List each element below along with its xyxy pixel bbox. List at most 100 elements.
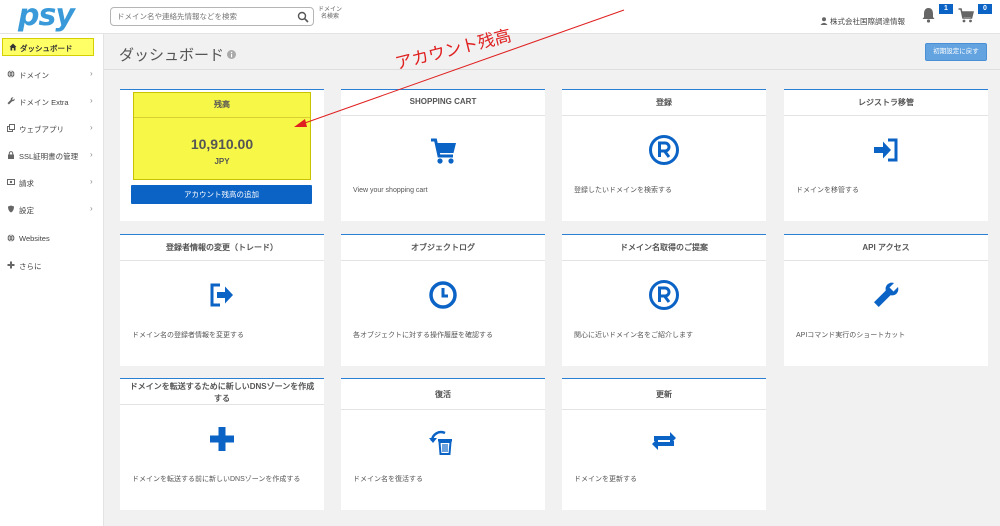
card-trade[interactable]: 登録者情報の変更（トレード） ドメイン名の登録者情報を変更する [120, 234, 324, 366]
money-icon [7, 179, 15, 185]
card-description: ドメイン名の登録者情報を変更する [132, 332, 244, 339]
card-api-access[interactable]: API アクセス APIコマンド実行のショートカット [784, 234, 988, 366]
search-label[interactable]: ドメイン名検索 [318, 7, 342, 21]
sidebar-item-domain-extra[interactable]: ドメイン Extra › [0, 89, 104, 113]
card-description: View your shopping cart [353, 187, 428, 194]
card-title: 登録 [656, 98, 672, 107]
chevron-right-icon: › [90, 96, 93, 105]
add-balance-button[interactable]: アカウント残高の追加 [131, 185, 312, 204]
card-shopping-cart[interactable]: SHOPPING CART View your shopping cart [341, 89, 545, 221]
globe-icon [7, 234, 15, 242]
sidebar-item-websites[interactable]: Websites [0, 226, 104, 250]
divider [134, 117, 310, 118]
sidebar-item-label: さらに [19, 262, 42, 271]
card-title: 更新 [656, 390, 672, 399]
balance-currency: JPY [214, 157, 230, 166]
card-title: レジストラ移管 [858, 98, 914, 107]
sidebar-item-dashboard[interactable]: ダッシュボード [2, 38, 94, 56]
divider [562, 115, 766, 116]
card-title: ドメイン名取得のご提案 [620, 243, 708, 252]
card-description: 関心に近いドメイン名をご紹介します [574, 332, 693, 339]
card-description: ドメインを更新する [574, 476, 637, 483]
cart-badge[interactable]: 0 [978, 4, 992, 14]
sidebar-item-settings[interactable]: 設定 › [0, 197, 104, 221]
header-divider [104, 69, 1000, 70]
sidebar-item-webapp[interactable]: ウェブアプリ › [0, 116, 104, 140]
windows-icon [7, 124, 15, 132]
card-renew[interactable]: 更新 ドメインを更新する [562, 378, 766, 510]
shopping-cart-icon [431, 138, 456, 164]
sidebar-item-label: SSL証明書の管理 [19, 152, 79, 161]
card-create-dns-zone[interactable]: ドメインを転送するために新しいDNSゾーンを作成する ドメインを転送する前に新し… [120, 378, 324, 510]
page-title-text: ダッシュボード [119, 47, 225, 64]
page-title: ダッシュボード [119, 44, 237, 65]
wrench-icon [7, 97, 15, 105]
balance-title: 残高 [214, 100, 230, 109]
reset-setup-button[interactable]: 初期設定に戻す [925, 43, 987, 61]
card-domain-suggestion[interactable]: ドメイン名取得のご提案 関心に近いドメイン名をご紹介します [562, 234, 766, 366]
card-title: 復活 [435, 390, 451, 399]
chevron-right-icon: › [90, 69, 93, 78]
card-description: 各オブジェクトに対する操作履歴を確認する [353, 332, 493, 339]
card-title: ドメインを転送するために新しいDNSゾーンを作成する [129, 382, 315, 403]
renew-icon [652, 432, 676, 450]
sidebar-item-label: Websites [19, 234, 50, 243]
cart-icon[interactable] [958, 8, 974, 23]
card-title: SHOPPING CART [409, 97, 477, 106]
sidebar-item-domain[interactable]: ドメイン › [0, 62, 104, 86]
divider [120, 404, 324, 405]
restore-icon [429, 430, 452, 455]
divider [341, 260, 545, 261]
divider [784, 115, 988, 116]
sidebar-item-more[interactable]: さらに [0, 253, 104, 277]
search-box[interactable] [110, 7, 314, 26]
sidebar-item-label: 請求 [19, 179, 34, 188]
user-icon [820, 17, 828, 25]
home-icon [9, 43, 17, 51]
card-title: API アクセス [862, 243, 910, 252]
card-restore[interactable]: 復活 ドメイン名を復活する [341, 378, 545, 510]
chevron-right-icon: › [90, 150, 93, 159]
user-menu[interactable]: 株式会社国際調達情報 [820, 16, 905, 27]
sidebar-item-label: ドメイン Extra [19, 98, 69, 107]
clock-icon [429, 281, 457, 309]
divider [341, 115, 545, 116]
divider [784, 260, 988, 261]
user-name-label: 株式会社国際調達情報 [830, 17, 905, 26]
plus-icon [7, 261, 15, 269]
card-register[interactable]: 登録 登録したいドメインを検索する [562, 89, 766, 221]
sidebar-item-label: 設定 [19, 206, 34, 215]
chevron-right-icon: › [90, 204, 93, 213]
shield-icon [8, 205, 14, 213]
divider [341, 409, 545, 410]
registered-icon [649, 280, 679, 310]
notification-badge[interactable]: 1 [939, 4, 953, 14]
search-icon[interactable] [297, 11, 309, 23]
transfer-icon [874, 138, 898, 162]
divider [120, 260, 324, 261]
balance-highlight: 残高 10,910.00 JPY [133, 92, 311, 180]
sidebar-item-billing[interactable]: 請求 › [0, 170, 104, 194]
sidebar-item-label: ダッシュボード [20, 44, 73, 53]
logo[interactable]: psy [18, 0, 75, 32]
card-object-log[interactable]: オブジェクトログ 各オブジェクトに対する操作履歴を確認する [341, 234, 545, 366]
card-description: ドメイン名を復活する [353, 476, 423, 483]
sidebar-item-label: ウェブアプリ [19, 125, 64, 134]
card-description: ドメインを移管する [796, 187, 859, 194]
chevron-right-icon: › [90, 123, 93, 132]
chevron-right-icon: › [90, 177, 93, 186]
info-icon[interactable] [227, 50, 237, 59]
card-description: ドメインを転送する前に新しいDNSゾーンを作成する [132, 476, 301, 483]
sidebar-item-ssl[interactable]: SSL証明書の管理 › [0, 143, 104, 167]
card-registrar-transfer[interactable]: レジストラ移管 ドメインを移管する [784, 89, 988, 221]
plus-icon [210, 427, 234, 451]
wrench-icon [874, 282, 899, 307]
divider [562, 409, 766, 410]
card-description: APIコマンド実行のショートカット [796, 332, 906, 339]
search-input[interactable] [117, 10, 292, 23]
card-title: 登録者情報の変更（トレード） [166, 243, 278, 252]
divider [562, 260, 766, 261]
bell-icon[interactable] [921, 7, 936, 23]
lock-icon [8, 151, 14, 159]
sidebar: ダッシュボード ドメイン › ドメイン Extra › ウェブアプリ › SSL… [0, 34, 104, 526]
